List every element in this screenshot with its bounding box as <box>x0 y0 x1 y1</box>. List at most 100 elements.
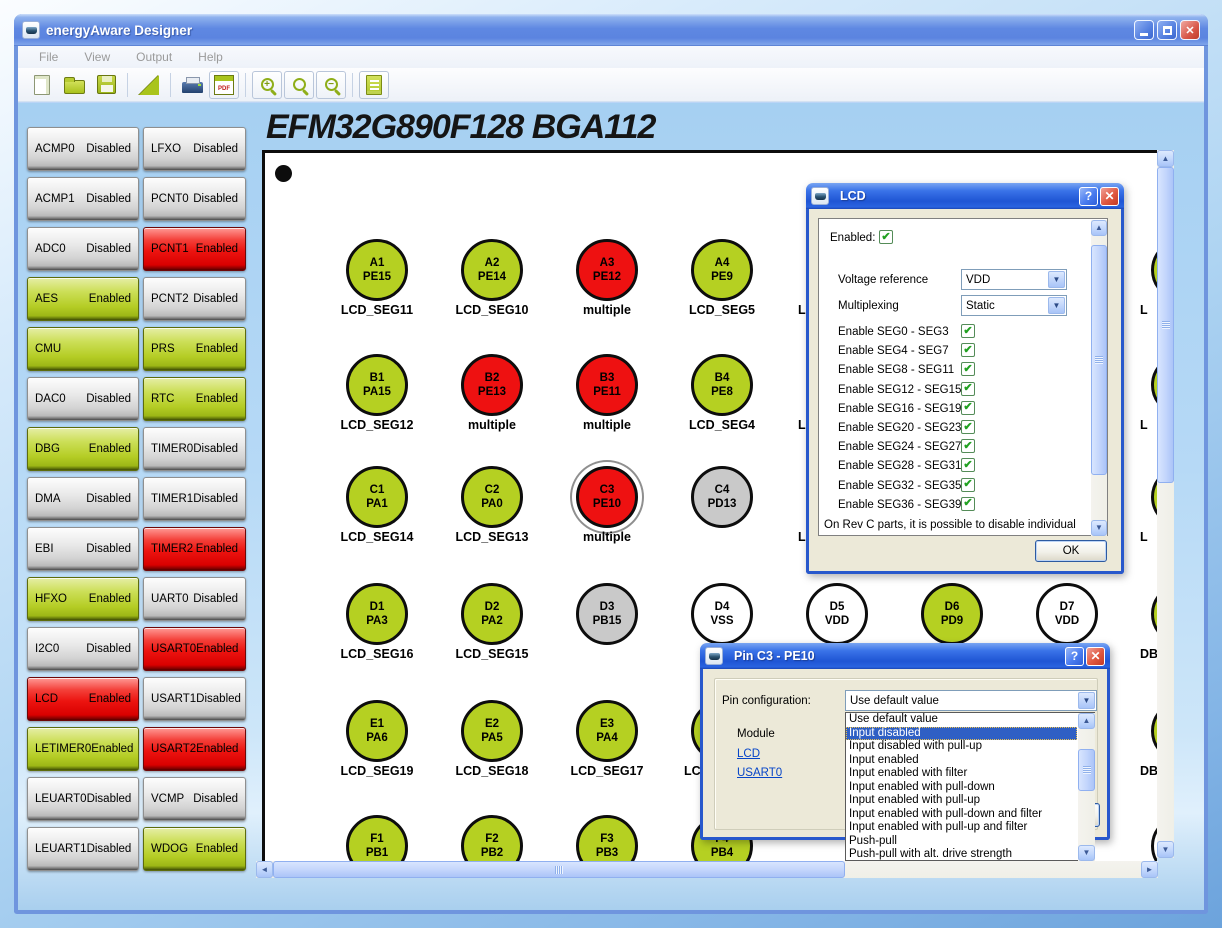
sidebar-item-leuart1[interactable]: LEUART1Disabled <box>27 827 139 871</box>
pin-B1[interactable]: B1PA15 <box>346 354 408 416</box>
horizontal-scroll-thumb[interactable] <box>273 861 845 878</box>
window-titlebar[interactable]: energyAware Designer ✕ <box>14 14 1208 46</box>
pin-config-option[interactable]: Push-pull with alt. drive strength <box>846 848 1077 862</box>
zoom-reset-button[interactable] <box>284 71 314 99</box>
sidebar-item-wdog[interactable]: WDOGEnabled <box>143 827 246 871</box>
segment-checkbox[interactable]: ✔ <box>961 420 975 434</box>
usart0-module-link[interactable]: USART0 <box>737 767 782 779</box>
pin-C1[interactable]: C1PA1 <box>346 466 408 528</box>
sidebar-item-letimer0[interactable]: LETIMER0Enabled <box>27 727 139 771</box>
menu-file[interactable]: File <box>28 48 69 66</box>
pin-B4[interactable]: B4PE8 <box>691 354 753 416</box>
sidebar-item-timer0[interactable]: TIMER0Disabled <box>143 427 246 471</box>
sidebar-item-pcnt1[interactable]: PCNT1Enabled <box>143 227 246 271</box>
sidebar-item-cmu[interactable]: CMU <box>27 327 139 371</box>
sidebar-item-usart1[interactable]: USART1Disabled <box>143 677 246 721</box>
segment-checkbox[interactable]: ✔ <box>961 401 975 415</box>
menu-output[interactable]: Output <box>125 48 183 66</box>
sidebar-item-ebi[interactable]: EBIDisabled <box>27 527 139 571</box>
pin-D6[interactable]: D6PD9 <box>921 583 983 645</box>
sidebar-item-lfxo[interactable]: LFXODisabled <box>143 127 246 171</box>
pin-A4[interactable]: A4PE9 <box>691 239 753 301</box>
scroll-up-button[interactable]: ▲ <box>1078 713 1095 729</box>
sidebar-item-aes[interactable]: AESEnabled <box>27 277 139 321</box>
sidebar-item-pcnt2[interactable]: PCNT2Disabled <box>143 277 246 321</box>
pin-config-option[interactable]: Input enabled with filter <box>846 767 1077 781</box>
pin-config-option[interactable]: Input disabled with pull-up <box>846 740 1077 754</box>
pin-config-option[interactable]: Input enabled <box>846 754 1077 768</box>
sidebar-item-usart2[interactable]: USART2Enabled <box>143 727 246 771</box>
sidebar-item-pcnt0[interactable]: PCNT0Disabled <box>143 177 246 221</box>
sidebar-item-acmp1[interactable]: ACMP1Disabled <box>27 177 139 221</box>
segment-checkbox[interactable]: ✔ <box>961 382 975 396</box>
pin-D1[interactable]: D1PA3 <box>346 583 408 645</box>
scroll-up-button[interactable]: ▲ <box>1091 220 1107 236</box>
pin-config-option[interactable]: Input enabled with pull-down and filter <box>846 808 1077 822</box>
scroll-down-button[interactable]: ▼ <box>1157 841 1174 858</box>
pin-A2[interactable]: A2PE14 <box>461 239 523 301</box>
sidebar-item-uart0[interactable]: UART0Disabled <box>143 577 246 621</box>
help-button[interactable]: ? <box>1079 187 1098 206</box>
pin-B2[interactable]: B2PE13 <box>461 354 523 416</box>
pin-D5[interactable]: D5VDD <box>806 583 868 645</box>
lcd-module-link[interactable]: LCD <box>737 748 760 760</box>
open-button[interactable] <box>59 71 89 99</box>
pin-config-option[interactable]: Push-pull <box>846 835 1077 849</box>
maximize-button[interactable] <box>1157 20 1177 40</box>
sidebar-item-dma[interactable]: DMADisabled <box>27 477 139 521</box>
pin-E1[interactable]: E1PA6 <box>346 700 408 762</box>
menu-help[interactable]: Help <box>187 48 234 66</box>
lcd-ok-button[interactable]: OK <box>1035 540 1107 562</box>
lcd-enabled-checkbox[interactable]: ✔ <box>879 230 893 244</box>
pin-B3[interactable]: B3PE11 <box>576 354 638 416</box>
print-button[interactable] <box>177 71 207 99</box>
pin-dialog-titlebar[interactable]: Pin C3 - PE10 ? ✕ <box>700 643 1110 669</box>
pin-config-option[interactable]: Use default value <box>846 713 1077 727</box>
close-button[interactable]: ✕ <box>1180 20 1200 40</box>
horizontal-scrollbar[interactable]: ◄ ► <box>256 861 1158 878</box>
sidebar-item-timer1[interactable]: TIMER1Disabled <box>143 477 246 521</box>
segment-checkbox[interactable]: ✔ <box>961 478 975 492</box>
pin-A1[interactable]: A1PE15 <box>346 239 408 301</box>
segment-checkbox[interactable]: ✔ <box>961 362 975 376</box>
vertical-scrollbar[interactable]: ▲ ▼ <box>1157 150 1174 858</box>
pin-D3[interactable]: D3PB15 <box>576 583 638 645</box>
sidebar-item-dbg[interactable]: DBGEnabled <box>27 427 139 471</box>
scroll-down-button[interactable]: ▼ <box>1091 520 1107 536</box>
voltage-reference-select[interactable]: VDD ▼ <box>961 269 1067 290</box>
lcd-dialog-titlebar[interactable]: LCD ? ✕ <box>806 183 1124 209</box>
segment-checkbox[interactable]: ✔ <box>961 439 975 453</box>
sidebar-item-vcmp[interactable]: VCMPDisabled <box>143 777 246 821</box>
multiplexing-select[interactable]: Static ▼ <box>961 295 1067 316</box>
vertical-scroll-thumb[interactable] <box>1157 167 1174 483</box>
scroll-left-button[interactable]: ◄ <box>256 861 273 878</box>
sidebar-item-timer2[interactable]: TIMER2Enabled <box>143 527 246 571</box>
sidebar-item-acmp0[interactable]: ACMP0Disabled <box>27 127 139 171</box>
scroll-thumb[interactable] <box>1078 749 1095 791</box>
pin-D2[interactable]: D2PA2 <box>461 583 523 645</box>
pin-C3[interactable]: C3PE10 <box>576 466 638 528</box>
sidebar-item-rtc[interactable]: RTCEnabled <box>143 377 246 421</box>
zoom-out-button[interactable]: − <box>316 71 346 99</box>
sidebar-item-i2c0[interactable]: I2C0Disabled <box>27 627 139 671</box>
pin-D7[interactable]: D7VDD <box>1036 583 1098 645</box>
report-button[interactable] <box>359 71 389 99</box>
listbox-scrollbar[interactable]: ▲ ▼ <box>1078 713 1095 861</box>
segment-checkbox[interactable]: ✔ <box>961 324 975 338</box>
sidebar-item-hfxo[interactable]: HFXOEnabled <box>27 577 139 621</box>
segment-checkbox[interactable]: ✔ <box>961 343 975 357</box>
pin-E3[interactable]: E3PA4 <box>576 700 638 762</box>
pin-configuration-select[interactable]: Use default value ▼ <box>845 690 1097 711</box>
scroll-up-button[interactable]: ▲ <box>1157 150 1174 167</box>
pin-config-option[interactable]: Input enabled with pull-up <box>846 794 1077 808</box>
export-pdf-button[interactable]: PDF <box>209 71 239 99</box>
menu-view[interactable]: View <box>73 48 121 66</box>
help-button[interactable]: ? <box>1065 647 1084 666</box>
sidebar-item-adc0[interactable]: ADC0Disabled <box>27 227 139 271</box>
segment-checkbox[interactable]: ✔ <box>961 497 975 511</box>
pin-E2[interactable]: E2PA5 <box>461 700 523 762</box>
pin-D4[interactable]: D4VSS <box>691 583 753 645</box>
pin-config-option[interactable]: Input enabled with pull-up and filter <box>846 821 1077 835</box>
zoom-in-button[interactable]: + <box>252 71 282 99</box>
sidebar-item-lcd[interactable]: LCDEnabled <box>27 677 139 721</box>
